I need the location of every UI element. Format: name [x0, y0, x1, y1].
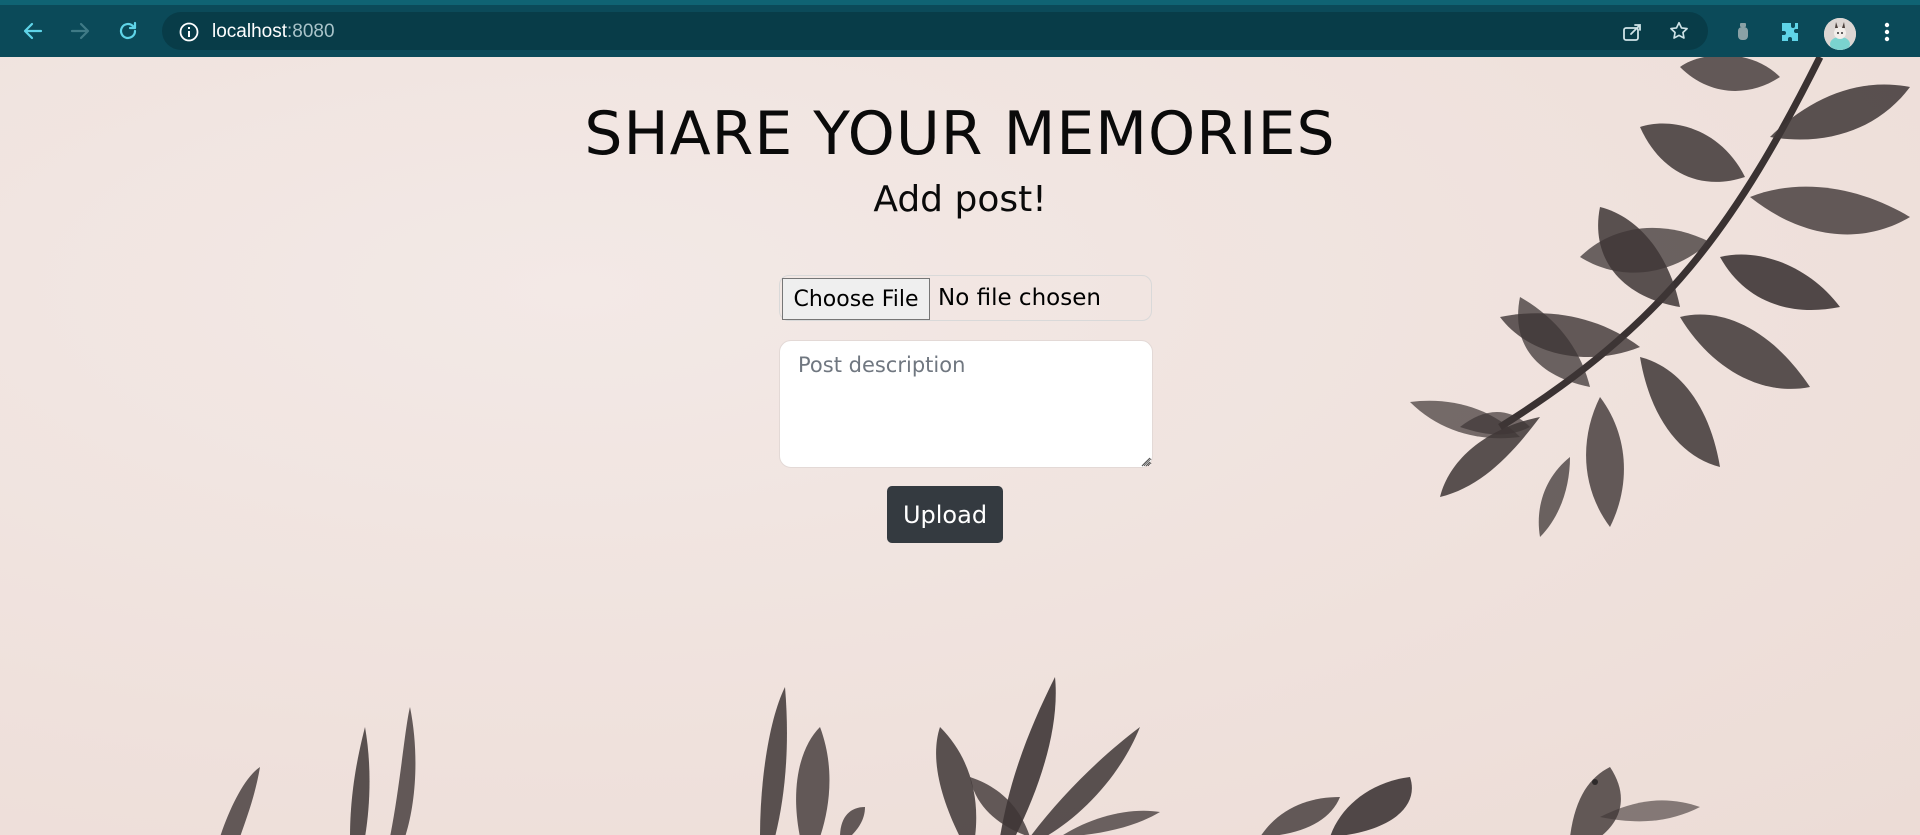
- extensions-menu-button[interactable]: [1775, 17, 1805, 47]
- address-bar[interactable]: localhost:8080: [162, 12, 1708, 50]
- back-button[interactable]: [17, 15, 49, 47]
- url-text: localhost:8080: [212, 21, 335, 43]
- resize-grip-icon[interactable]: [1139, 455, 1151, 467]
- upload-button[interactable]: Upload: [887, 486, 1003, 543]
- back-arrow-icon: [23, 22, 43, 40]
- share-icon[interactable]: [1621, 21, 1643, 43]
- profile-picture: [1824, 18, 1856, 50]
- puzzle-icon: [1782, 23, 1798, 41]
- page-title: SHARE YOUR MEMORIES: [584, 99, 1336, 169]
- file-input[interactable]: Choose File No file chosen: [779, 275, 1152, 321]
- more-vert-icon: [1884, 22, 1890, 42]
- page-content: SHARE YOUR MEMORIES Add post! Choose Fil…: [0, 57, 1920, 835]
- forward-arrow-icon: [70, 22, 90, 40]
- star-icon[interactable]: [1668, 20, 1690, 42]
- url-host: localhost: [212, 21, 287, 42]
- info-icon[interactable]: [178, 21, 200, 43]
- more-menu-button[interactable]: [1872, 17, 1902, 47]
- reload-button[interactable]: [112, 15, 144, 47]
- bottom-foliage-illustration: [220, 677, 1700, 835]
- choose-file-button[interactable]: Choose File: [782, 278, 930, 320]
- post-description-field[interactable]: [779, 340, 1153, 468]
- forward-button[interactable]: [64, 15, 96, 47]
- browser-toolbar: localhost:8080: [0, 0, 1920, 57]
- profile-avatar[interactable]: [1824, 18, 1856, 50]
- extension-button[interactable]: [1728, 17, 1758, 47]
- file-status-text: No file chosen: [938, 285, 1101, 311]
- url-port: :8080: [287, 21, 335, 42]
- reload-icon: [119, 21, 137, 40]
- page-subtitle: Add post!: [873, 179, 1047, 220]
- extension-bottle-icon: [1738, 23, 1748, 40]
